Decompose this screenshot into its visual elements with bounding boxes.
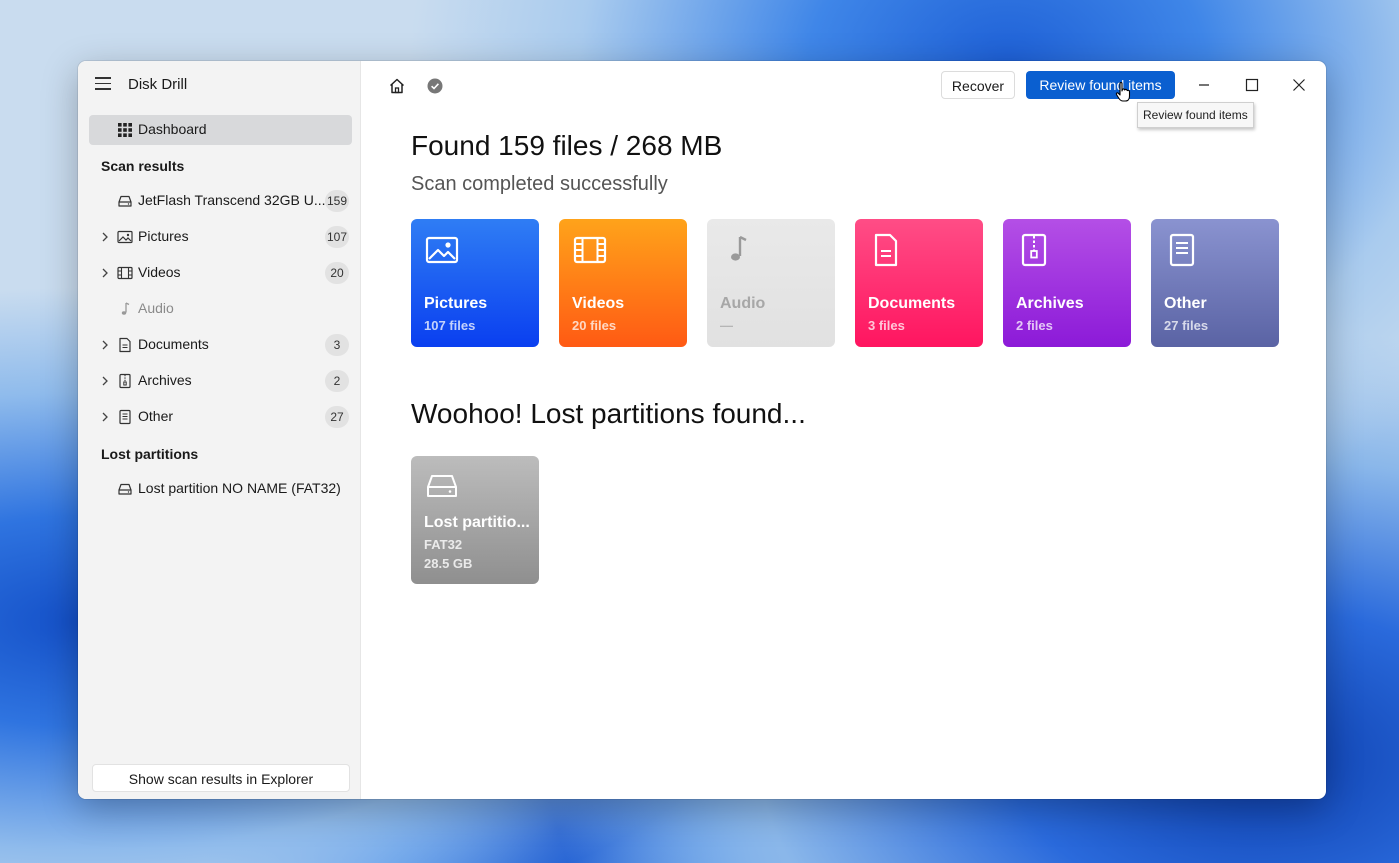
category-name: Archives (1016, 295, 1084, 312)
sidebar-item-lost-partition[interactable]: Lost partition NO NAME (FAT32) (89, 473, 352, 505)
chevron-right-icon[interactable] (100, 411, 110, 423)
file-icon (119, 409, 131, 425)
partition-name: Lost partitio... (424, 514, 530, 531)
sidebar-item-dashboard[interactable]: Dashboard (89, 115, 352, 145)
check-circle-icon (427, 78, 443, 94)
film-icon (573, 236, 607, 264)
category-card-pictures[interactable]: Pictures 107 files (411, 219, 539, 347)
sidebar-item-audio[interactable]: Audio (89, 293, 352, 325)
category-card-archives[interactable]: Archives 2 files (1003, 219, 1131, 347)
page-title: Found 159 files / 268 MB (411, 130, 723, 161)
image-icon (425, 236, 459, 264)
sidebar-item-label: Documents (138, 336, 209, 352)
main-content: Recover Review found items Review found … (361, 61, 1326, 799)
sidebar-item-label: Lost partition NO NAME (FAT32) (138, 480, 341, 496)
lost-partitions-title: Woohoo! Lost partitions found... (411, 398, 806, 429)
drive-icon (427, 475, 457, 497)
app-window: Disk Drill Dashboard Scan results JetFla… (78, 61, 1326, 799)
tooltip: Review found items (1137, 102, 1254, 128)
category-card-videos[interactable]: Videos 20 files (559, 219, 687, 347)
scan-results-heading: Scan results (101, 158, 185, 174)
file-icon (1169, 233, 1195, 267)
music-note-icon (731, 235, 747, 261)
scan-status-text: Scan completed successfully (411, 173, 668, 195)
archive-icon (119, 373, 131, 389)
sidebar-item-label: JetFlash Transcend 32GB U... (138, 192, 326, 208)
chevron-right-icon[interactable] (100, 267, 110, 279)
sidebar-item-pictures[interactable]: Pictures 107 (89, 221, 352, 253)
sidebar-item-label: Videos (138, 264, 181, 280)
sidebar-item-drive[interactable]: JetFlash Transcend 32GB U... 159 (89, 185, 352, 217)
count-badge: 2 (325, 370, 349, 392)
drive-icon (118, 195, 132, 207)
sidebar-item-documents[interactable]: Documents 3 (89, 329, 352, 361)
image-icon (117, 230, 133, 244)
sidebar-item-label: Audio (138, 300, 174, 316)
category-card-documents[interactable]: Documents 3 files (855, 219, 983, 347)
category-name: Videos (572, 295, 625, 312)
minimize-icon[interactable] (1194, 75, 1214, 95)
document-icon (874, 233, 898, 267)
category-count: 3 files (868, 318, 905, 333)
maximize-icon[interactable] (1242, 75, 1262, 95)
grid-icon (118, 123, 132, 137)
app-title: Disk Drill (128, 76, 188, 93)
count-badge: 107 (325, 226, 349, 248)
sidebar-item-label: Archives (138, 372, 192, 388)
sidebar: Disk Drill Dashboard Scan results JetFla… (78, 61, 361, 799)
lost-partition-card[interactable]: Lost partitio... FAT32 28.5 GB (411, 456, 539, 584)
document-icon (119, 337, 131, 353)
chevron-right-icon[interactable] (100, 231, 110, 243)
category-name: Other (1164, 295, 1207, 312)
category-name: Documents (868, 295, 956, 312)
category-count: 107 files (424, 318, 476, 333)
category-card-other[interactable]: Other 27 files (1151, 219, 1279, 347)
count-badge: 159 (325, 190, 349, 212)
category-name: Audio (720, 295, 766, 312)
sidebar-item-label: Other (138, 408, 174, 424)
count-badge: 27 (325, 406, 349, 428)
dashboard-label: Dashboard (138, 121, 207, 137)
chevron-right-icon[interactable] (100, 375, 110, 387)
partition-filesystem: FAT32 (424, 537, 463, 552)
category-count: 27 files (1164, 318, 1209, 333)
sidebar-item-videos[interactable]: Videos 20 (89, 257, 352, 289)
sidebar-header: Disk Drill (78, 61, 360, 109)
drive-icon (118, 483, 132, 495)
category-count: — (720, 318, 733, 333)
music-note-icon (121, 302, 130, 315)
sidebar-item-other[interactable]: Other 27 (89, 401, 352, 433)
chevron-right-icon[interactable] (100, 339, 110, 351)
menu-icon[interactable] (95, 77, 111, 91)
category-count: 2 files (1016, 318, 1053, 333)
home-icon[interactable] (388, 77, 406, 95)
lost-partitions-heading: Lost partitions (101, 446, 199, 462)
partition-size: 28.5 GB (424, 556, 473, 571)
recover-button[interactable]: Recover (941, 71, 1015, 99)
count-badge: 20 (325, 262, 349, 284)
show-in-explorer-button[interactable]: Show scan results in Explorer (92, 764, 350, 792)
archive-icon (1021, 233, 1047, 267)
category-card-audio[interactable]: Audio — (707, 219, 835, 347)
category-name: Pictures (424, 295, 488, 312)
review-found-items-button[interactable]: Review found items (1026, 71, 1175, 99)
sidebar-item-archives[interactable]: Archives 2 (89, 365, 352, 397)
film-icon (117, 266, 133, 280)
count-badge: 3 (325, 334, 349, 356)
close-icon[interactable] (1289, 75, 1309, 95)
sidebar-item-label: Pictures (138, 228, 189, 244)
hand-cursor-icon (1115, 82, 1131, 102)
category-count: 20 files (572, 318, 617, 333)
